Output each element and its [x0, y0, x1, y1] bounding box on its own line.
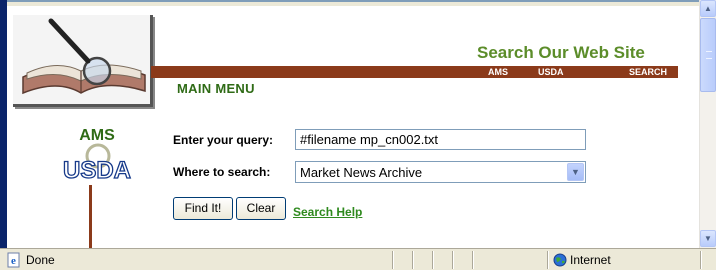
status-divider: [412, 251, 413, 269]
grip-icon: [706, 51, 712, 59]
clear-button[interactable]: Clear: [236, 197, 286, 220]
logo-text-usda: USDA: [63, 157, 131, 184]
status-divider: [472, 251, 473, 269]
where-select[interactable]: Market News Archive ▼: [295, 161, 586, 183]
query-label: Enter your query:: [173, 133, 274, 147]
scrollbar-thumb[interactable]: [700, 18, 716, 92]
status-divider: [432, 251, 433, 269]
globe-icon: [553, 253, 567, 267]
where-select-value: Market News Archive: [300, 165, 423, 180]
status-bar: e Done Internet: [0, 248, 716, 270]
find-it-button[interactable]: Find It!: [173, 197, 233, 220]
search-help-link[interactable]: Search Help: [293, 205, 362, 219]
ie-page-icon: e: [7, 252, 20, 268]
window-left-edge: [0, 0, 7, 248]
magnifying-glass-book-icon: [22, 18, 146, 95]
nav-bar: AMS USDA SEARCH: [151, 66, 678, 78]
logo-text-ams: AMS: [79, 127, 115, 144]
status-divider: [452, 251, 453, 269]
status-divider: [700, 251, 701, 269]
decorative-vertical-line: [89, 185, 92, 248]
where-label: Where to search:: [173, 165, 271, 179]
site-search-title: Search Our Web Site: [477, 43, 645, 62]
browser-window: Search Our Web Site AMS USDA SEARCH MAIN…: [0, 0, 716, 270]
magnifier-book-image: [13, 15, 153, 107]
page-content: Search Our Web Site AMS USDA SEARCH MAIN…: [7, 6, 699, 248]
nav-link-usda[interactable]: USDA: [538, 66, 564, 78]
main-menu-heading: MAIN MENU: [177, 81, 255, 96]
vertical-scrollbar[interactable]: ▲ ▼: [699, 0, 716, 248]
query-input[interactable]: #filename mp_cn002.txt: [295, 129, 586, 150]
svg-text:e: e: [11, 255, 16, 267]
status-divider: [392, 251, 393, 269]
ams-usda-logo: AMS USDA: [59, 123, 135, 185]
status-text: Done: [26, 253, 55, 267]
nav-link-ams[interactable]: AMS: [488, 66, 508, 78]
chevron-down-icon[interactable]: ▼: [567, 163, 584, 181]
nav-link-search[interactable]: SEARCH: [629, 66, 667, 78]
scroll-up-icon[interactable]: ▲: [700, 0, 716, 17]
scroll-down-icon[interactable]: ▼: [700, 230, 716, 247]
security-zone-text: Internet: [570, 253, 611, 267]
status-divider: [547, 251, 548, 269]
